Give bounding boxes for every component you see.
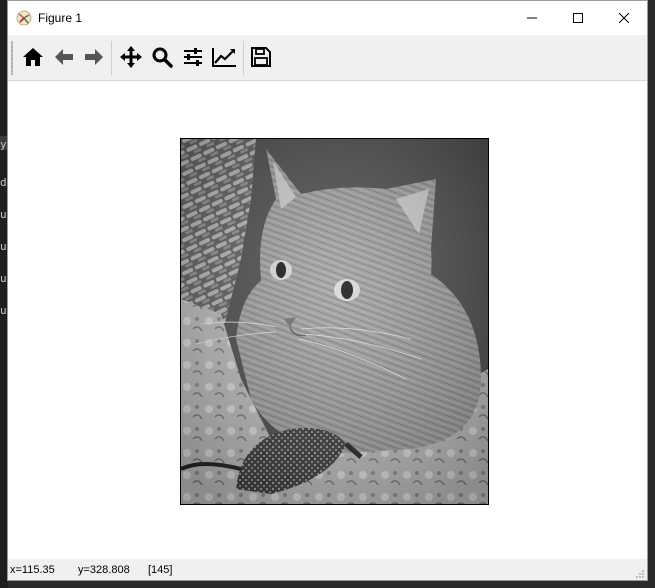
toolbar-separator bbox=[243, 41, 244, 75]
figure-window: Figure 1 x=115.35 y=328.808 [145] bbox=[7, 0, 648, 581]
sliders-icon bbox=[184, 48, 202, 66]
arrow-right-icon bbox=[85, 49, 103, 65]
minimize-button[interactable] bbox=[509, 1, 555, 35]
edit-axes-button[interactable] bbox=[209, 42, 239, 72]
title-bar[interactable]: Figure 1 bbox=[8, 1, 647, 35]
save-button[interactable] bbox=[246, 42, 276, 72]
window-title: Figure 1 bbox=[38, 11, 83, 25]
home-icon bbox=[23, 48, 43, 66]
toolbar-separator bbox=[111, 41, 112, 75]
figure-canvas[interactable] bbox=[8, 81, 647, 559]
line-chart-icon bbox=[212, 48, 236, 67]
cursor-x-readout: x=115.35 bbox=[10, 564, 55, 576]
close-icon bbox=[619, 13, 629, 23]
matplotlib-app-icon bbox=[16, 10, 32, 26]
maximize-icon bbox=[573, 13, 583, 23]
resize-grip-icon[interactable] bbox=[634, 568, 644, 578]
pan-button[interactable] bbox=[116, 42, 146, 72]
minimize-icon bbox=[527, 17, 537, 19]
toolbar-grip[interactable] bbox=[11, 41, 13, 75]
back-button[interactable] bbox=[49, 42, 79, 72]
navigation-toolbar bbox=[8, 35, 647, 81]
close-button[interactable] bbox=[601, 1, 647, 35]
zoom-button[interactable] bbox=[147, 42, 177, 72]
cursor-y-readout: y=328.808 bbox=[78, 564, 130, 576]
home-button[interactable] bbox=[18, 42, 48, 72]
forward-button[interactable] bbox=[79, 42, 109, 72]
grayscale-cat-image bbox=[181, 139, 488, 504]
configure-subplots-button[interactable] bbox=[178, 42, 208, 72]
pixel-value-readout: [145] bbox=[148, 564, 173, 576]
arrow-left-icon bbox=[55, 49, 73, 65]
maximize-button[interactable] bbox=[555, 1, 601, 35]
image-axes[interactable] bbox=[180, 138, 489, 505]
floppy-disk-icon bbox=[251, 47, 271, 67]
status-bar: x=115.35 y=328.808 [145] bbox=[8, 559, 647, 580]
magnifier-icon bbox=[152, 47, 173, 68]
move-icon bbox=[120, 46, 142, 68]
